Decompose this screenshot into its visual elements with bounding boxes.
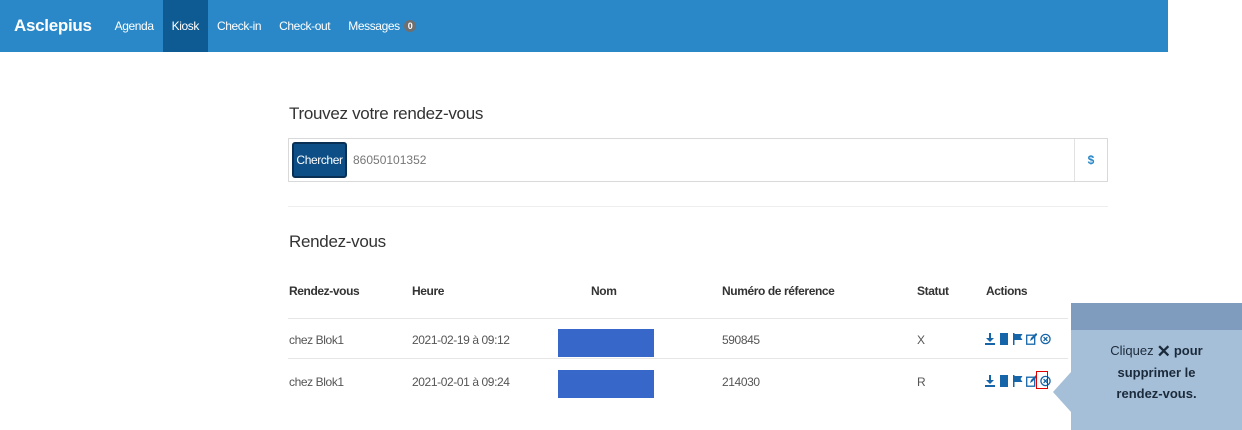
nav-check-out[interactable]: Check-out: [270, 0, 339, 52]
close-icon: ✕: [1156, 342, 1171, 361]
column-header-name: Nom: [591, 284, 617, 298]
callout-line-2: supprimer le: [1071, 362, 1242, 383]
top-navbar: Asclepius Agenda Kiosk Check-in Check-ou…: [0, 0, 1168, 52]
nav-agenda[interactable]: Agenda: [106, 0, 163, 52]
callout-text-3: rendez-vous.: [1116, 386, 1197, 401]
column-header-time: Heure: [412, 284, 445, 298]
table-header-separator: [288, 318, 1068, 319]
callout-line-3: rendez-vous.: [1071, 383, 1242, 404]
download-icon[interactable]: [984, 332, 995, 345]
document-icon[interactable]: [998, 374, 1009, 387]
callout-header-bar: [1071, 303, 1242, 330]
redacted-name: [558, 329, 654, 357]
callout-text-2: supprimer le: [1117, 365, 1196, 380]
callout-body: Cliquez ✕ pour supprimer le rendez-vous.: [1071, 330, 1242, 430]
appointment-place: chez Blok1: [289, 375, 344, 389]
search-input[interactable]: [353, 149, 1053, 171]
edit-icon[interactable]: [1026, 332, 1037, 345]
delete-highlight-box: [1036, 371, 1048, 389]
document-icon[interactable]: [998, 332, 1009, 345]
nav-check-in[interactable]: Check-in: [208, 0, 270, 52]
nav-kiosk[interactable]: Kiosk: [162, 0, 208, 52]
appointment-time: 2021-02-01 à 09:24: [412, 375, 510, 389]
column-header-appointment: Rendez-vous: [289, 284, 360, 298]
nav-messages[interactable]: Messages 0: [339, 0, 425, 52]
row-separator: [288, 358, 1068, 359]
redacted-name: [558, 370, 654, 398]
instruction-callout: Cliquez ✕ pour supprimer le rendez-vous.: [1053, 303, 1242, 430]
search-title: Trouvez votre rendez-vous: [289, 104, 484, 123]
search-group: Chercher $: [288, 138, 1108, 182]
delete-icon[interactable]: [1040, 332, 1051, 345]
callout-line-1: Cliquez ✕ pour: [1071, 340, 1242, 362]
search-button[interactable]: Chercher: [292, 142, 347, 178]
messages-count-badge: 0: [403, 20, 417, 32]
appointment-place: chez Blok1: [289, 333, 344, 347]
flag-icon[interactable]: [1012, 332, 1023, 345]
section-divider: [288, 206, 1108, 207]
callout-prefix: Cliquez: [1110, 343, 1154, 358]
row-actions: [984, 332, 1051, 345]
appointment-status: X: [917, 333, 925, 347]
column-header-reference: Numéro de réference: [722, 284, 835, 298]
appointments-title: Rendez-vous: [289, 232, 386, 251]
brand-logo[interactable]: Asclepius: [0, 16, 106, 36]
flag-icon[interactable]: [1012, 374, 1023, 387]
appointment-reference: 590845: [722, 333, 760, 347]
callout-suffix: pour: [1173, 343, 1203, 358]
appointment-time: 2021-02-19 à 09:12: [412, 333, 510, 347]
nav-messages-label: Messages: [348, 19, 400, 33]
appointment-status: R: [917, 375, 926, 389]
appointment-reference: 214030: [722, 375, 760, 389]
download-icon[interactable]: [984, 374, 995, 387]
column-header-actions: Actions: [986, 284, 1028, 298]
callout-pointer: [1053, 372, 1071, 412]
search-addon[interactable]: $: [1074, 139, 1107, 181]
column-header-status: Statut: [917, 284, 949, 298]
